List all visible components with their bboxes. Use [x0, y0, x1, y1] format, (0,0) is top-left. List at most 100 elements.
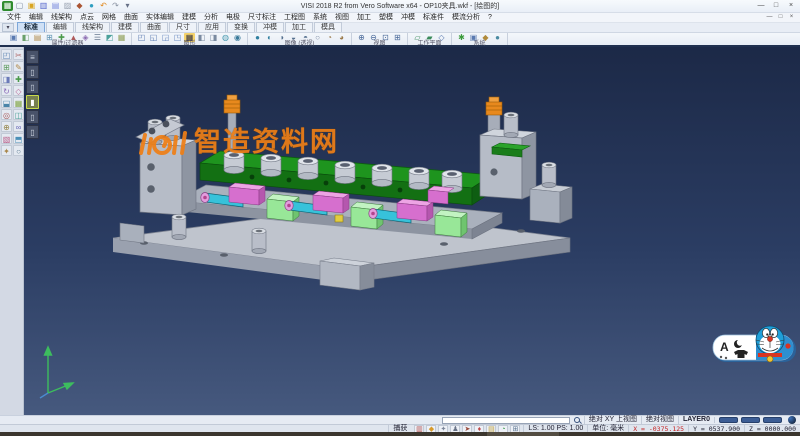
dock-hatch-icon[interactable]: ▧: [1, 133, 12, 144]
menu-mould[interactable]: 塑模: [375, 13, 397, 23]
left-guide-post[interactable]: [224, 95, 240, 149]
print-icon[interactable]: ▨: [62, 1, 73, 11]
menu-help[interactable]: ?: [484, 13, 496, 23]
dock-select-icon[interactable]: ◰: [1, 49, 12, 60]
dock-solid-icon[interactable]: ⬓: [1, 97, 12, 108]
tab-overflow-button[interactable]: ▾: [2, 23, 14, 32]
list-filter-icon[interactable]: ☰: [92, 33, 103, 42]
undo-icon[interactable]: ↶: [98, 1, 109, 11]
menu-electrode[interactable]: 电极: [222, 13, 244, 23]
view-style-5-button[interactable]: ▯: [26, 125, 39, 139]
tab-wireframe[interactable]: 线架构: [75, 22, 110, 32]
menu-system[interactable]: 系统: [309, 13, 331, 23]
tab-transform[interactable]: 变换: [227, 22, 255, 32]
zoom-in-icon[interactable]: ⊕: [356, 33, 367, 42]
stamp-icon[interactable]: ◆: [74, 1, 85, 11]
customize-quick-access-icon[interactable]: ▾: [122, 1, 133, 11]
3d-viewport[interactable]: ≡▯▯▮▯▯ 智造资料网 A: [24, 47, 800, 415]
ime-mode-letter[interactable]: A: [720, 340, 729, 354]
menu-analysis[interactable]: 分析: [200, 13, 222, 23]
coordinate-input-field[interactable]: [442, 417, 570, 424]
doc-restore-button[interactable]: □: [775, 13, 786, 22]
menu-pointcloud[interactable]: 点云: [76, 13, 98, 23]
dock-mirror-icon[interactable]: ◨: [1, 73, 12, 84]
visi-logo-icon[interactable]: ▦: [2, 1, 13, 11]
menu-surface[interactable]: 曲面: [120, 13, 142, 23]
menu-edit[interactable]: 编辑: [25, 13, 47, 23]
shaded-icon[interactable]: ◲: [160, 33, 171, 42]
wireframe-view-icon[interactable]: ◰: [136, 33, 147, 42]
perspective-icon[interactable]: ●: [252, 33, 263, 42]
dock-circle-icon[interactable]: ○: [13, 145, 24, 156]
view-list-button[interactable]: ≡: [26, 50, 39, 64]
menu-flow-analysis[interactable]: 模流分析: [448, 13, 484, 23]
line-style-icon[interactable]: ▤: [32, 33, 43, 42]
light-icon[interactable]: ◉: [232, 33, 243, 42]
right-tower[interactable]: [480, 97, 536, 199]
view-sphere-icon[interactable]: ●: [86, 1, 97, 11]
view-style-1-button[interactable]: ▯: [26, 65, 39, 79]
view-indicator[interactable]: 绝对视图: [641, 416, 678, 424]
new-file-icon[interactable]: ▢: [14, 1, 25, 11]
close-button[interactable]: ×: [784, 1, 798, 11]
system-info-icon[interactable]: ●: [492, 33, 503, 42]
section-view-icon[interactable]: ◨: [208, 33, 219, 42]
ime-toolbar[interactable]: A: [712, 322, 800, 368]
three-quarter-shade-icon[interactable]: ◕: [336, 33, 347, 42]
doc-close-button[interactable]: ×: [786, 13, 797, 22]
3d-model-assembly[interactable]: [24, 47, 800, 415]
maximize-button[interactable]: □: [769, 1, 783, 11]
tab-dimension[interactable]: 尺寸: [169, 22, 197, 32]
menu-wireframe[interactable]: 线架构: [47, 13, 76, 23]
dock-target-icon[interactable]: ◎: [1, 109, 12, 120]
tab-standard[interactable]: 标准: [17, 22, 45, 32]
redo-icon[interactable]: ↷: [110, 1, 121, 11]
dock-mesh-icon[interactable]: ▦: [13, 97, 24, 108]
menu-drawing[interactable]: 工程图: [280, 13, 309, 23]
status-swatch-2[interactable]: [741, 417, 760, 423]
tab-modeling[interactable]: 建模: [111, 22, 139, 32]
menu-machining[interactable]: 加工: [353, 13, 375, 23]
dock-link-icon[interactable]: ∞: [13, 121, 24, 132]
tab-machining[interactable]: 加工: [285, 22, 313, 32]
zoom-all-icon[interactable]: ⊞: [392, 33, 403, 42]
view-sphere-status-icon[interactable]: [788, 416, 796, 424]
dock-sketch-icon[interactable]: ✎: [13, 61, 24, 72]
quarter-shade-icon[interactable]: ◔: [324, 33, 335, 42]
shaded-edges-icon[interactable]: ◳: [172, 33, 183, 42]
layer-filter-icon[interactable]: ◧: [20, 33, 31, 42]
tab-die[interactable]: 冲模: [256, 22, 284, 32]
mask-icon[interactable]: ◩: [104, 33, 115, 42]
view-style-2-button[interactable]: ▯: [26, 80, 39, 94]
menu-file[interactable]: 文件: [3, 13, 25, 23]
dock-add-icon[interactable]: ✚: [13, 73, 24, 84]
dock-trim-icon[interactable]: ✂: [13, 49, 24, 60]
dock-section-icon[interactable]: ⬒: [13, 133, 24, 144]
dock-spark-icon[interactable]: ✦: [1, 145, 12, 156]
shade-half-icon[interactable]: ◐: [264, 33, 275, 42]
menu-view[interactable]: 视图: [331, 13, 353, 23]
menu-standard-parts[interactable]: 标准件: [419, 13, 448, 23]
transparency-icon[interactable]: ◧: [196, 33, 207, 42]
tab-mold[interactable]: 模具: [314, 22, 342, 32]
all-filter-icon[interactable]: ▦: [116, 33, 127, 42]
menu-die[interactable]: 冲模: [397, 13, 419, 23]
dock-grid-icon[interactable]: ⊞: [1, 61, 12, 72]
tab-surface[interactable]: 曲面: [140, 22, 168, 32]
dock-point-icon[interactable]: ◇: [13, 85, 24, 96]
open-folder-icon[interactable]: ▣: [26, 1, 37, 11]
view-style-4-button[interactable]: ▯: [26, 110, 39, 124]
dock-plane-icon[interactable]: ◫: [13, 109, 24, 120]
menu-solid-edit[interactable]: 实体编辑: [142, 13, 178, 23]
tab-edit[interactable]: 编辑: [46, 22, 74, 32]
menu-modeling[interactable]: 建模: [178, 13, 200, 23]
menu-dimension[interactable]: 尺寸标注: [244, 13, 280, 23]
material-icon[interactable]: ◍: [220, 33, 231, 42]
save-icon[interactable]: ▥: [38, 1, 49, 11]
hidden-line-icon[interactable]: ◱: [148, 33, 159, 42]
menu-mesh[interactable]: 网格: [98, 13, 120, 23]
system-settings-icon[interactable]: ✱: [456, 33, 467, 42]
dock-rotate-icon[interactable]: ↻: [1, 85, 12, 96]
minimize-button[interactable]: —: [754, 1, 768, 11]
tab-application[interactable]: 应用: [198, 22, 226, 32]
